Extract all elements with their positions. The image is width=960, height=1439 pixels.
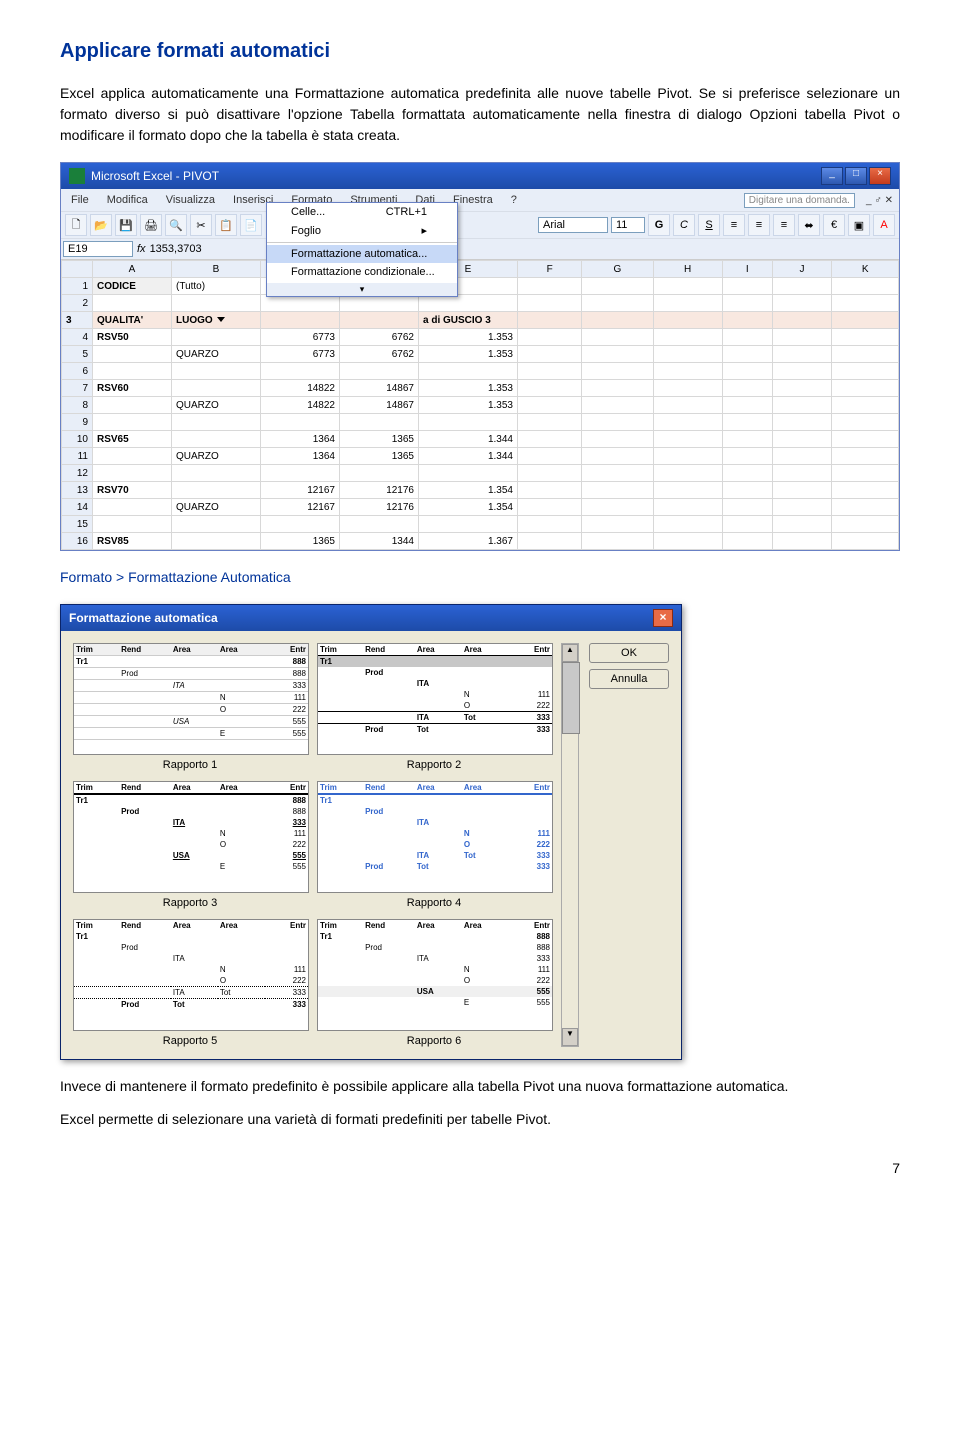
body-paragraph-2: Invece di mantenere il formato predefini… bbox=[60, 1076, 900, 1097]
menu-path-text: Formato > Formattazione Automatica bbox=[60, 567, 900, 588]
maximize-button[interactable]: □ bbox=[845, 167, 867, 185]
minimize-button[interactable]: _ bbox=[821, 167, 843, 185]
autoformat-dialog: Formattazione automatica × TrimRendAreaA… bbox=[60, 604, 682, 1060]
formula-bar: E19 fx 1353,3703 bbox=[61, 239, 899, 260]
currency-icon[interactable]: € bbox=[823, 214, 845, 236]
page-heading: Applicare formati automatici bbox=[60, 40, 900, 63]
ok-button[interactable]: OK bbox=[589, 643, 669, 663]
align-center-icon[interactable]: ≡ bbox=[748, 214, 770, 236]
merge-icon[interactable]: ⬌ bbox=[798, 214, 820, 236]
font-color-icon[interactable]: A bbox=[873, 214, 895, 236]
open-icon[interactable]: 📂 bbox=[90, 214, 112, 236]
cut-icon[interactable]: ✂ bbox=[190, 214, 212, 236]
formula-value: 1353,3703 bbox=[150, 243, 202, 255]
body-paragraph-3: Excel permette di selezionare una variet… bbox=[60, 1109, 900, 1130]
menu-modifica[interactable]: Modifica bbox=[103, 192, 152, 208]
menu-item-formattazione-automatica[interactable]: Formattazione automatica... bbox=[267, 245, 457, 263]
font-name-box[interactable]: Arial bbox=[538, 217, 608, 233]
menu-expand-chevron-icon[interactable]: ▾ bbox=[267, 283, 457, 296]
dialog-title: Formattazione automatica bbox=[69, 611, 218, 625]
format-dropdown: Celle... CTRL+1 Foglio▸ Formattazione au… bbox=[266, 202, 458, 297]
preview-scrollbar[interactable]: ▲ ▼ bbox=[561, 643, 579, 1047]
scroll-up-icon[interactable]: ▲ bbox=[562, 644, 578, 662]
scroll-down-icon[interactable]: ▼ bbox=[562, 1028, 578, 1046]
align-right-icon[interactable]: ≡ bbox=[773, 214, 795, 236]
menu-item-formattazione-condizionale[interactable]: Formattazione condizionale... bbox=[267, 263, 457, 281]
align-left-icon[interactable]: ≡ bbox=[723, 214, 745, 236]
preview-icon[interactable]: 🔍 bbox=[165, 214, 187, 236]
doc-close-btn[interactable]: _ ♂ ✕ bbox=[866, 195, 893, 206]
scroll-thumb[interactable] bbox=[562, 662, 580, 734]
dialog-close-button[interactable]: × bbox=[653, 609, 673, 627]
paste-icon[interactable]: 📄 bbox=[240, 214, 262, 236]
preview-rapporto-3[interactable]: TrimRendAreaAreaEntr Tr1888 Prod888 ITA3… bbox=[73, 781, 307, 909]
font-size-box[interactable]: 11 bbox=[611, 217, 645, 233]
menubar: File Modifica Visualizza Inserisci Forma… bbox=[61, 189, 899, 211]
copy-icon[interactable]: 📋 bbox=[215, 214, 237, 236]
fx-icon[interactable]: fx bbox=[137, 243, 146, 255]
new-icon[interactable]: 🗋 bbox=[65, 214, 87, 236]
page-number: 7 bbox=[60, 1160, 900, 1176]
preview-rapporto-2[interactable]: TrimRendAreaAreaEntr Tr1 Prod ITA N111 O… bbox=[317, 643, 551, 771]
app-title: Microsoft Excel - PIVOT bbox=[91, 169, 219, 183]
standard-toolbar: 🗋 📂 💾 🖨 🔍 ✂ 📋 📄 Arial 11 G C S ≡ ≡ ≡ ⬌ €… bbox=[61, 211, 899, 239]
preview-rapporto-4[interactable]: TrimRendAreaAreaEntr Tr1 Prod ITA N111 O… bbox=[317, 781, 551, 909]
titlebar: Microsoft Excel - PIVOT _ □ × bbox=[61, 163, 899, 189]
format-previews: TrimRendAreaAreaEntr Tr1888 Prod888 ITA3… bbox=[73, 643, 551, 1047]
preview-rapporto-1[interactable]: TrimRendAreaAreaEntr Tr1888 Prod888 ITA3… bbox=[73, 643, 307, 771]
menu-item-celle[interactable]: Celle... CTRL+1 bbox=[267, 203, 457, 221]
menu-file[interactable]: File bbox=[67, 192, 93, 208]
preview-rapporto-5[interactable]: TrimRendAreaAreaEntr Tr1 Prod ITA N111 O… bbox=[73, 919, 307, 1047]
fill-color-icon[interactable]: ▣ bbox=[848, 214, 870, 236]
underline-icon[interactable]: S bbox=[698, 214, 720, 236]
cancel-button[interactable]: Annulla bbox=[589, 669, 669, 689]
menu-help[interactable]: ? bbox=[507, 192, 521, 208]
name-box[interactable]: E19 bbox=[63, 241, 133, 257]
ask-question-box[interactable]: Digitare una domanda. bbox=[744, 193, 855, 208]
excel-app-icon bbox=[69, 168, 85, 184]
bold-icon[interactable]: G bbox=[648, 214, 670, 236]
spreadsheet-grid[interactable]: A B C D E F G H I J K 1CODICE(Tutto) 2 3… bbox=[61, 260, 899, 550]
print-icon[interactable]: 🖨 bbox=[140, 214, 162, 236]
save-icon[interactable]: 💾 bbox=[115, 214, 137, 236]
italic-icon[interactable]: C bbox=[673, 214, 695, 236]
menu-visualizza[interactable]: Visualizza bbox=[162, 192, 219, 208]
preview-rapporto-6[interactable]: TrimRendAreaAreaEntr Tr1888 Prod888 ITA3… bbox=[317, 919, 551, 1047]
intro-paragraph: Excel applica automaticamente una Format… bbox=[60, 83, 900, 146]
excel-window: Microsoft Excel - PIVOT _ □ × File Modif… bbox=[60, 162, 900, 551]
close-button[interactable]: × bbox=[869, 167, 891, 185]
menu-item-foglio[interactable]: Foglio▸ bbox=[267, 221, 457, 240]
